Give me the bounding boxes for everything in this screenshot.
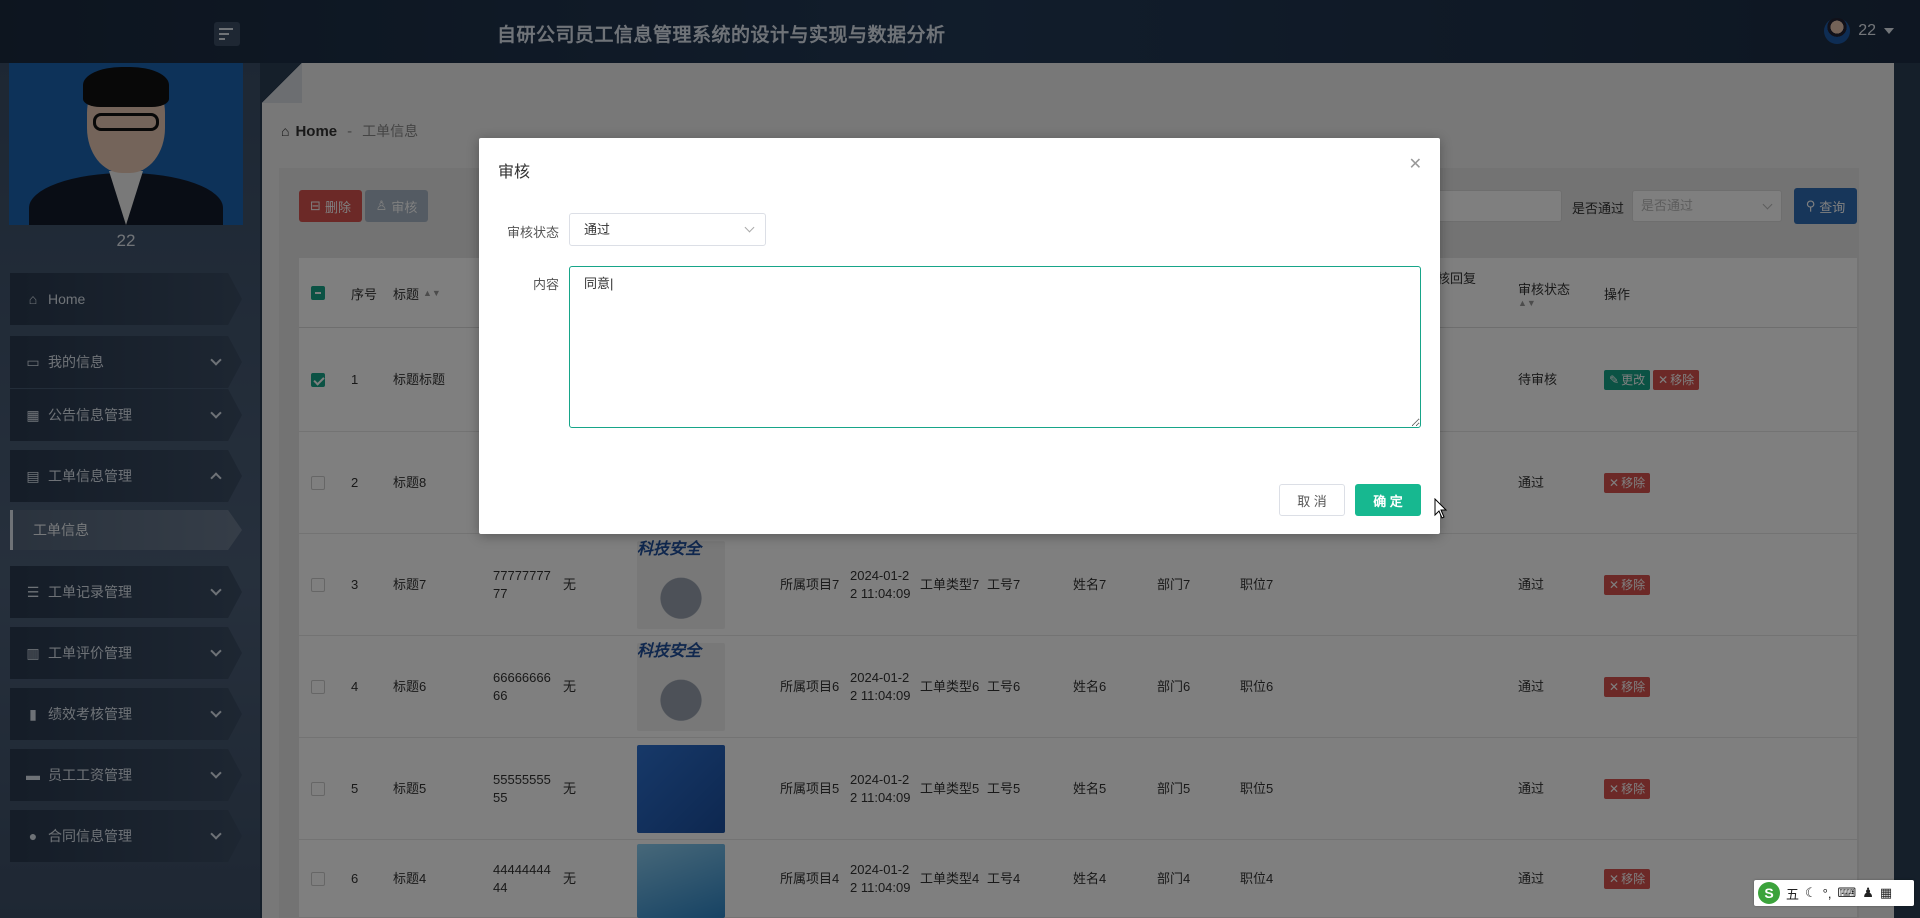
moon-icon[interactable]: ☾ [1805, 885, 1817, 901]
mouse-cursor-icon [1434, 498, 1448, 519]
ime-toolbar[interactable]: S 五 ☾ °, ⌨ ♟ ▦ [1754, 880, 1914, 906]
audit-content-textarea[interactable]: 同意| [569, 266, 1421, 428]
content-field-label: 内容 [532, 277, 559, 292]
ime-mode[interactable]: 五 [1786, 884, 1799, 903]
user-icon[interactable]: ♟ [1862, 885, 1874, 901]
close-icon[interactable]: ✕ [1409, 154, 1422, 174]
ime-logo-icon: S [1758, 882, 1780, 904]
punctuation-icon[interactable]: °, [1823, 886, 1832, 901]
audit-status-select[interactable]: 通过 [569, 213, 766, 246]
grid-icon[interactable]: ▦ [1880, 885, 1892, 901]
dialog-title: 审核 [498, 164, 531, 181]
keyboard-icon[interactable]: ⌨ [1837, 885, 1856, 901]
audit-dialog: 审核 ✕ 审核状态 通过 内容 同意| 取 消 确 定 [479, 138, 1440, 534]
cancel-button[interactable]: 取 消 [1279, 484, 1345, 516]
chevron-down-icon [744, 222, 755, 233]
status-field-label: 审核状态 [506, 225, 559, 240]
confirm-button[interactable]: 确 定 [1355, 484, 1421, 516]
